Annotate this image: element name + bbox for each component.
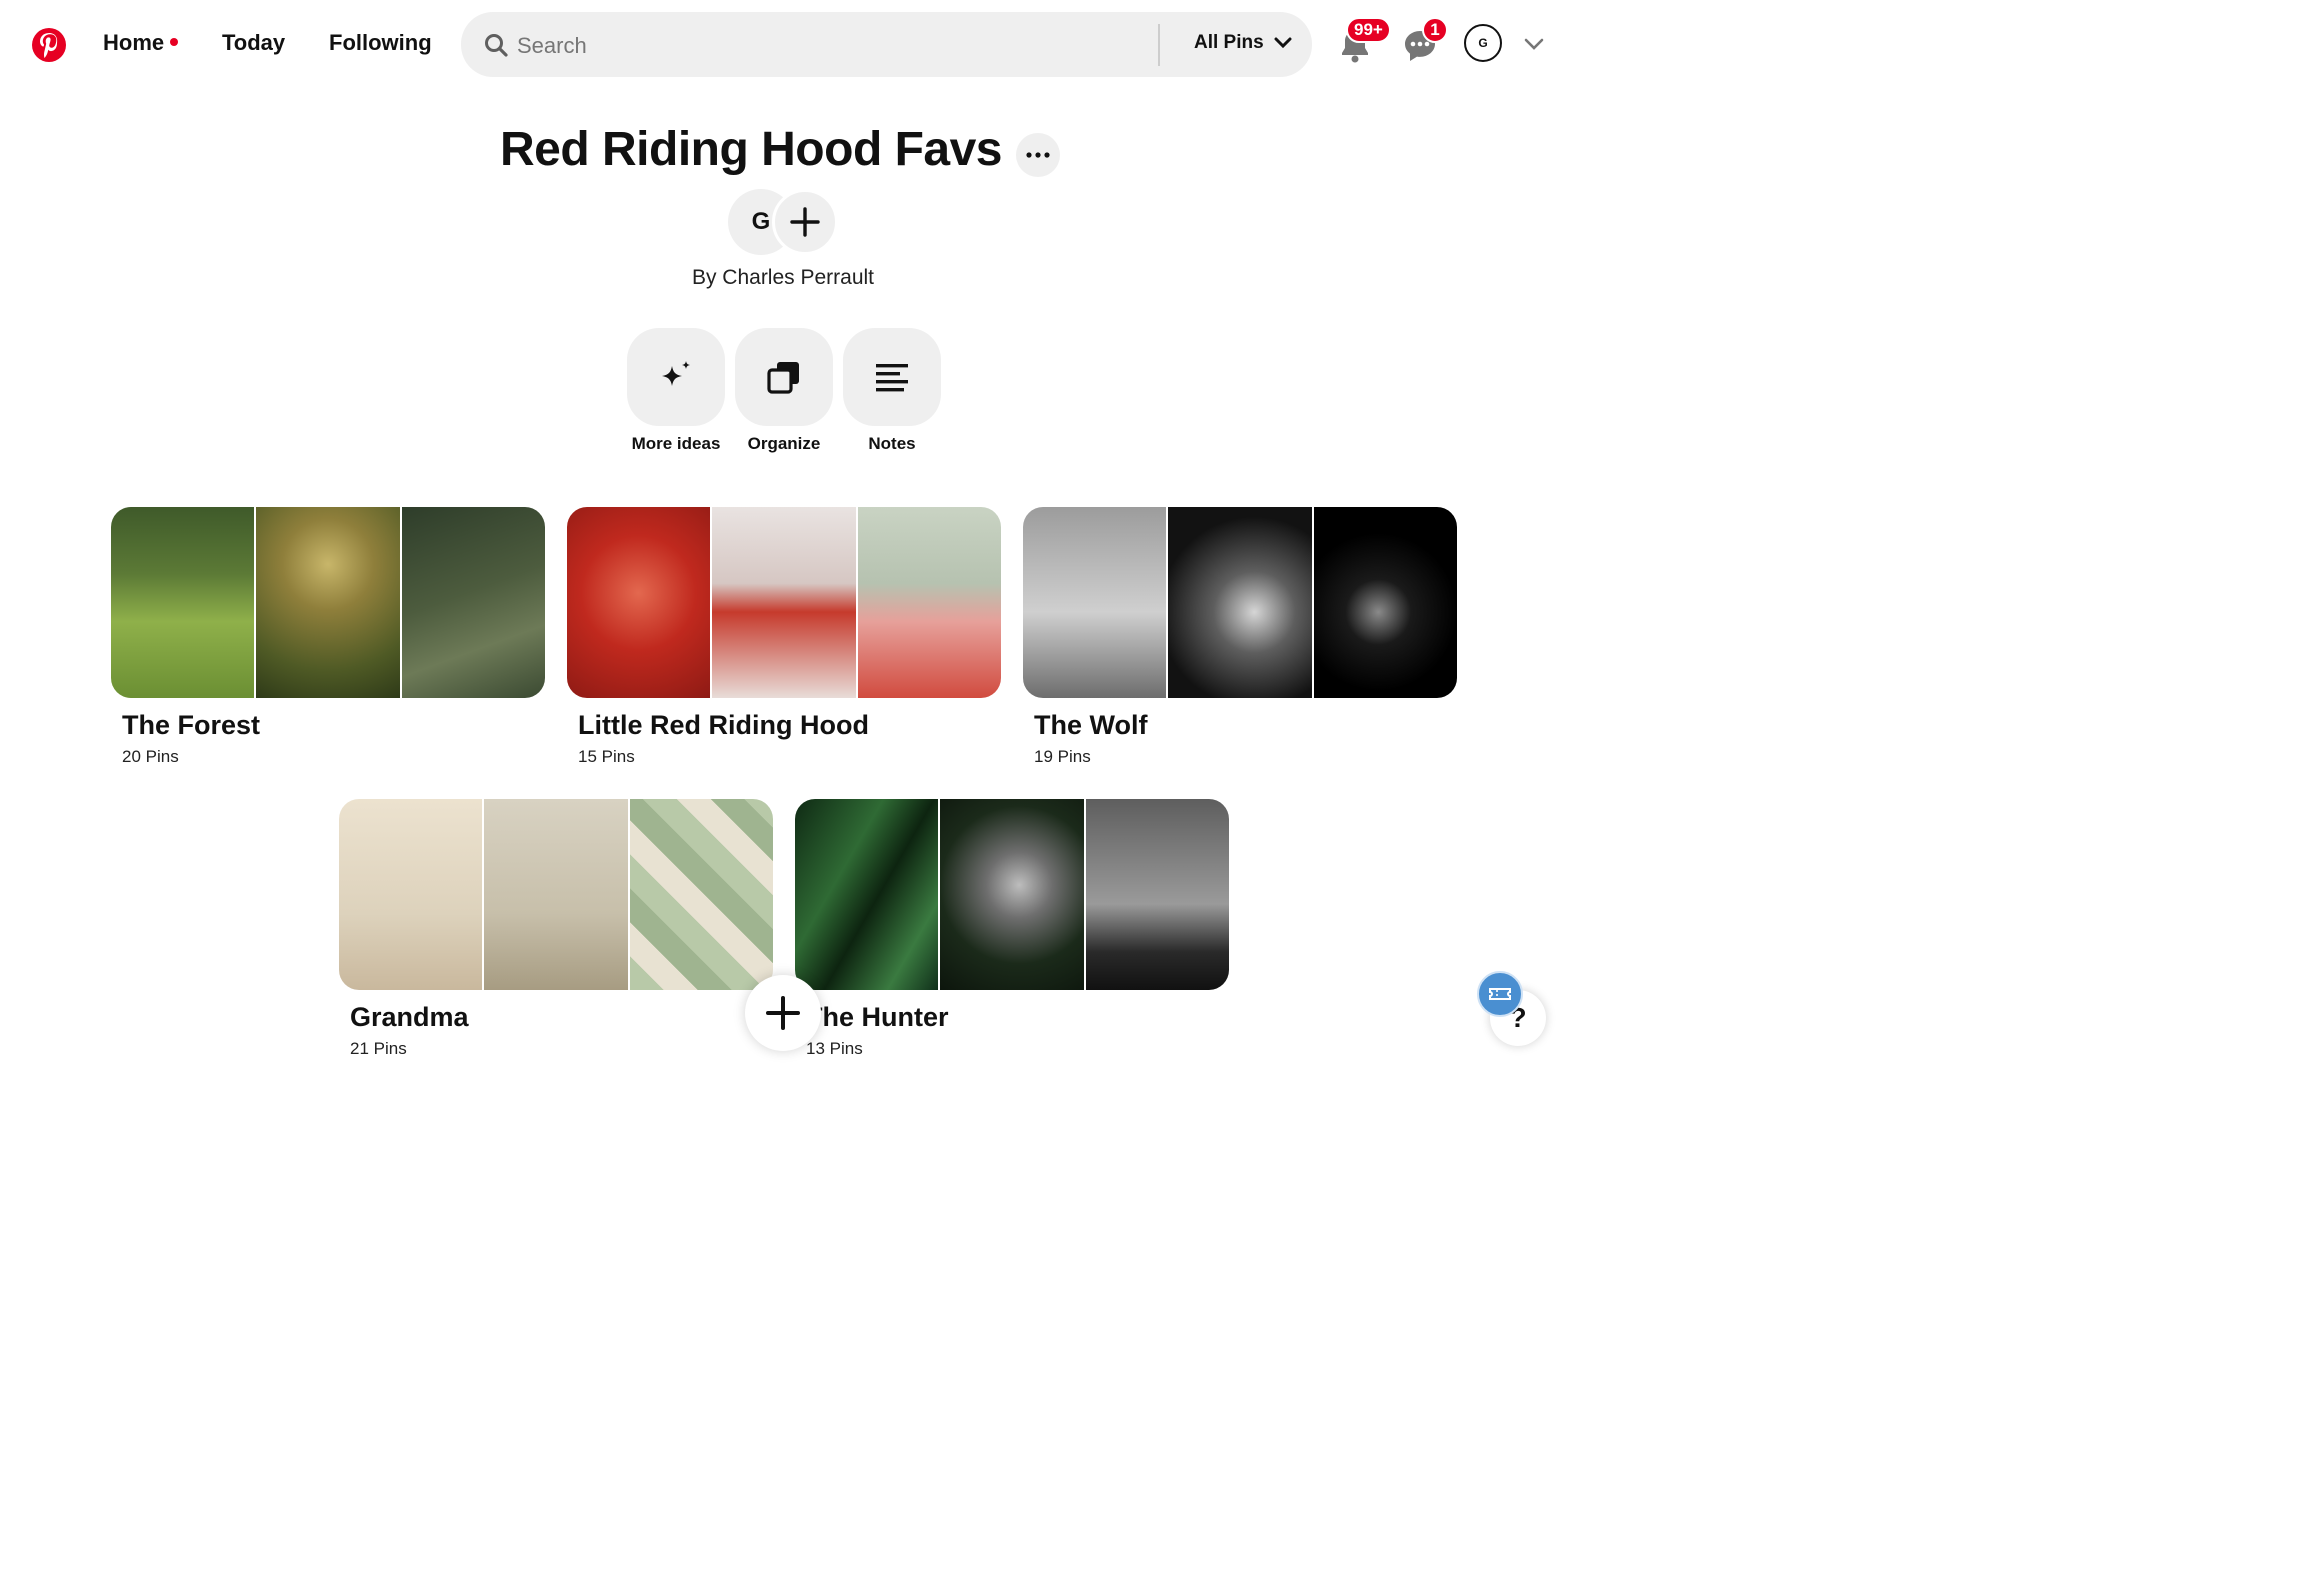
nav-following[interactable]: Following [329, 30, 432, 56]
more-ideas-button[interactable] [627, 328, 725, 426]
notifications-badge: 99+ [1346, 17, 1391, 43]
notes-action[interactable]: Notes [843, 328, 941, 454]
organize-action[interactable]: Organize [735, 328, 833, 454]
nav-today[interactable]: Today [222, 30, 285, 56]
pinterest-p-icon [40, 33, 58, 58]
cover-image [629, 799, 773, 990]
section-pin-count: 15 Pins [578, 747, 635, 766]
board-title-row: Red Riding Hood Favs [0, 122, 1560, 177]
section-cover-collage[interactable] [111, 507, 545, 698]
section-card[interactable]: Grandma 21 Pins [339, 799, 773, 1059]
cover-image [339, 799, 483, 990]
cover-image [484, 799, 628, 990]
cover-image [1313, 507, 1457, 698]
section-card[interactable]: Little Red Riding Hood 15 Pins [567, 507, 1001, 767]
cover-image [1168, 507, 1312, 698]
board-byline: By Charles Perrault [691, 266, 875, 289]
section-title: The Hunter [806, 1002, 949, 1032]
section-card[interactable]: The Hunter 13 Pins [795, 799, 1229, 1059]
cover-image [256, 507, 400, 698]
search-input[interactable] [515, 22, 1139, 69]
section-pin-count: 20 Pins [122, 747, 179, 766]
section-pin-count: 21 Pins [350, 1039, 407, 1058]
cover-image [401, 507, 545, 698]
nav-following-label: Following [329, 30, 432, 55]
profile-avatar[interactable]: G [1464, 24, 1502, 62]
section-card[interactable]: The Wolf 19 Pins [1023, 507, 1457, 767]
section-pin-count: 13 Pins [806, 1039, 863, 1058]
search-bar[interactable]: All Pins [461, 12, 1312, 77]
section-cover-collage[interactable] [1023, 507, 1457, 698]
section-title: The Forest [122, 710, 261, 740]
organize-button[interactable] [735, 328, 833, 426]
board-title: Red Riding Hood Favs [499, 123, 1003, 176]
cover-image [111, 507, 255, 698]
section-title: Little Red Riding Hood [578, 710, 869, 740]
browser-extension-button[interactable] [1477, 971, 1523, 1017]
cover-image [795, 799, 939, 990]
search-divider [1158, 24, 1160, 66]
search-filter-label: All Pins [1194, 32, 1264, 53]
pinterest-logo[interactable] [32, 28, 66, 62]
section-pin-count: 19 Pins [1034, 747, 1091, 766]
chevron-down-icon [1274, 37, 1292, 49]
messages-badge: 1 [1422, 17, 1448, 43]
search-filter-dropdown[interactable]: All Pins [1194, 32, 1292, 54]
ticket-icon [1489, 988, 1511, 1000]
plus-icon [766, 996, 800, 1030]
sparkle-icon [662, 361, 690, 386]
notes-button[interactable] [843, 328, 941, 426]
cover-image [857, 507, 1001, 698]
cover-image [940, 799, 1084, 990]
new-content-dot [170, 38, 179, 47]
add-collaborator-button[interactable] [772, 189, 838, 255]
avatar-initial: G [1478, 36, 1488, 50]
section-title: Grandma [350, 1002, 469, 1032]
search-icon [485, 34, 508, 57]
cover-image [567, 507, 711, 698]
more-ideas-action[interactable]: More ideas [627, 328, 725, 454]
nav-home[interactable]: Home [103, 30, 179, 56]
cover-image [712, 507, 856, 698]
board-more-button[interactable] [1016, 132, 1060, 177]
organize-icon [767, 362, 799, 394]
notes-icon [876, 364, 908, 392]
cover-image [1023, 507, 1167, 698]
create-button[interactable] [745, 975, 821, 1051]
ellipsis-icon [1026, 151, 1050, 158]
notes-label: Notes [868, 434, 916, 453]
chevron-down-icon [1524, 38, 1544, 50]
cover-image [1085, 799, 1229, 990]
section-cover-collage[interactable] [339, 799, 773, 990]
collaborator-initial: G [751, 208, 771, 235]
account-menu-button[interactable] [1524, 38, 1544, 56]
section-title: The Wolf [1034, 710, 1148, 740]
section-card[interactable]: The Forest 20 Pins [111, 507, 545, 767]
section-cover-collage[interactable] [567, 507, 1001, 698]
nav-home-label: Home [103, 30, 165, 55]
section-cover-collage[interactable] [795, 799, 1229, 990]
nav-today-label: Today [222, 30, 286, 55]
plus-icon [790, 207, 820, 237]
